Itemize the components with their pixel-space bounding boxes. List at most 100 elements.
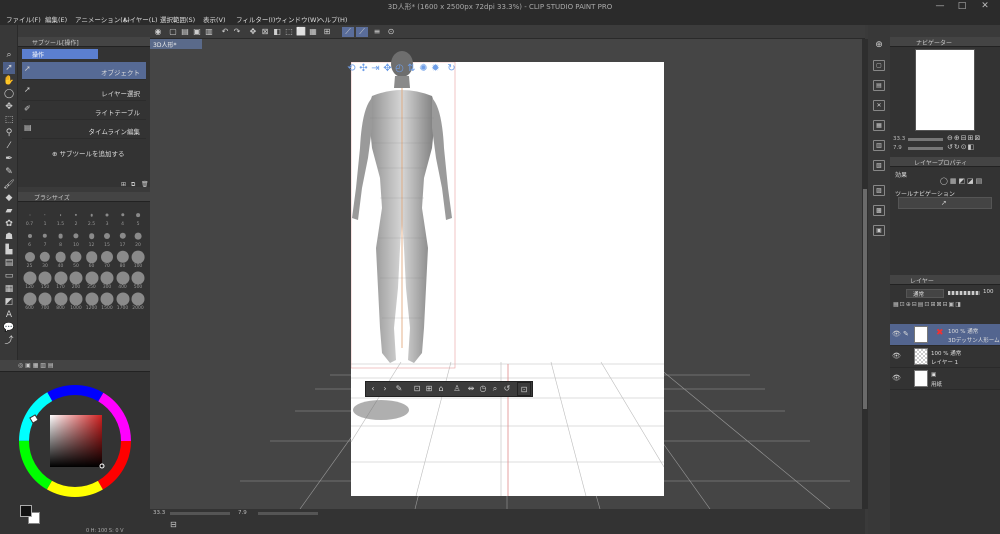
camera-move-icon[interactable]: ⇥: [370, 63, 381, 74]
zoom-tool-icon[interactable]: ⌕: [3, 49, 15, 61]
brush-size-cell[interactable]: 0.7: [22, 206, 37, 227]
brush-size-cell[interactable]: 1200: [84, 290, 99, 311]
brush-size-cell[interactable]: 20: [131, 227, 146, 248]
rotate-icon[interactable]: ◴: [394, 63, 405, 74]
menu-view[interactable]: 表示(V): [203, 14, 226, 24]
transform-icon[interactable]: ✥: [248, 27, 258, 37]
layer-row-3d[interactable]: 👁 ✎ ✖ 100 % 通常 3Dデッサン人形ーム: [890, 324, 1000, 346]
ruler-tool-icon[interactable]: ◩: [3, 296, 15, 308]
zoom-buttons-icon[interactable]: ⊖⊕⊟⊞⊠: [947, 134, 981, 142]
material-panel-icon[interactable]: ▨: [873, 185, 885, 196]
fill-tool-icon[interactable]: ▙: [3, 244, 15, 256]
close-button[interactable]: ✕: [975, 0, 995, 13]
brush-size-cell[interactable]: 6: [22, 227, 37, 248]
navigator-rotation-value[interactable]: 7.9: [893, 145, 902, 151]
eraser-tool-icon[interactable]: ▰: [3, 205, 15, 217]
layer-search-icon[interactable]: ▥: [873, 140, 885, 151]
subview-panel-icon[interactable]: ▤: [873, 80, 885, 91]
next-icon[interactable]: ›: [380, 384, 390, 394]
effect-buttons[interactable]: ◯▦◩◪▤: [940, 177, 984, 185]
maximize-button[interactable]: □: [952, 0, 972, 13]
selection-tool-icon[interactable]: ⬚: [3, 114, 15, 126]
brush-size-cell[interactable]: 250: [84, 269, 99, 290]
material-3-icon[interactable]: ▣: [873, 225, 885, 236]
save-icon[interactable]: ▣: [192, 27, 202, 37]
ground-icon[interactable]: ⌂: [436, 384, 446, 394]
hand-tool-icon[interactable]: ✋: [3, 75, 15, 87]
subtool-item-layer-select[interactable]: ➚ レイヤー選択: [22, 83, 146, 101]
frame-tool-icon[interactable]: ▦: [3, 283, 15, 295]
auto-select-tool-icon[interactable]: ⚲: [3, 127, 15, 139]
navigator-icon[interactable]: ⊟: [170, 520, 177, 529]
subtool-item-timeline[interactable]: ▤ タイムライン編集: [22, 121, 146, 139]
layer-row-paper[interactable]: 👁 ▣ 用紙: [890, 368, 1000, 390]
rotate-buttons-icon[interactable]: ↺↻⊙◧: [947, 143, 975, 151]
brush-size-cell[interactable]: 40: [53, 248, 68, 269]
brush-size-cell[interactable]: 500: [131, 269, 146, 290]
brush-size-cell[interactable]: 800: [53, 290, 68, 311]
app-icon[interactable]: ◉: [153, 27, 163, 37]
snap-grid-icon[interactable]: ⟋: [356, 27, 368, 37]
lasso-tool-icon[interactable]: ◯: [3, 88, 15, 100]
reset-icon[interactable]: ↻: [446, 63, 457, 74]
color-main-swatch[interactable]: [20, 505, 32, 517]
move-tool-icon[interactable]: ✥: [3, 101, 15, 113]
menu-edit[interactable]: 編集(E): [45, 14, 67, 24]
history-panel-icon[interactable]: ▦: [873, 120, 885, 131]
undo-icon[interactable]: ↶: [220, 27, 230, 37]
camera-rotate-icon[interactable]: ⟲: [346, 63, 357, 74]
brush-size-cell[interactable]: 1: [38, 206, 53, 227]
rotate-slider[interactable]: [258, 512, 318, 515]
rotate-x-icon[interactable]: ✺: [418, 63, 429, 74]
snap-ruler-icon[interactable]: ⊞: [322, 27, 332, 37]
info-panel-icon[interactable]: ✕: [873, 100, 885, 111]
brush-size-cell[interactable]: 70: [100, 248, 115, 269]
move-xz-icon[interactable]: ✥: [382, 63, 393, 74]
scrollbar-thumb[interactable]: [863, 189, 867, 409]
print-icon[interactable]: ▥: [204, 27, 214, 37]
deselect-icon[interactable]: ⬚: [284, 27, 294, 37]
navigator-zoom-value[interactable]: 33.3: [893, 136, 905, 142]
color-wheel[interactable]: [18, 384, 132, 498]
menu-animation[interactable]: アニメーション(A): [75, 14, 130, 24]
eye-icon[interactable]: 👁: [892, 374, 901, 382]
brush-size-cell[interactable]: 2.5: [84, 206, 99, 227]
brush-size-cell[interactable]: 8: [53, 227, 68, 248]
layer-row-1[interactable]: 👁 100 % 通常 レイヤー 1: [890, 346, 1000, 368]
navigator-zoom-slider[interactable]: [908, 138, 943, 141]
brush-size-cell[interactable]: 2000: [131, 290, 146, 311]
brush-size-cell[interactable]: 1700: [115, 290, 130, 311]
brush-size-cell[interactable]: 700: [38, 290, 53, 311]
move-y-icon[interactable]: ⇅: [406, 63, 417, 74]
opacity-slider[interactable]: [948, 291, 980, 295]
menu-window[interactable]: ウィンドウ(W): [275, 14, 319, 24]
fit-icon[interactable]: ⊞: [424, 384, 434, 394]
pose-icon[interactable]: ♙: [452, 384, 462, 394]
brush-size-cell[interactable]: 1500: [100, 290, 115, 311]
rotate-y-icon[interactable]: ✹: [430, 63, 441, 74]
clear-icon[interactable]: ⊠: [260, 27, 270, 37]
eye-icon[interactable]: 👁: [892, 352, 901, 360]
navigator-preview[interactable]: [915, 49, 975, 131]
brush-size-cell[interactable]: 120: [22, 269, 37, 290]
snap-special-ruler-icon[interactable]: ⟋: [342, 27, 354, 37]
subtool-item-object[interactable]: ➚ オブジェクト: [22, 62, 146, 80]
brush-size-cell[interactable]: 80: [115, 248, 130, 269]
invert-selection-icon[interactable]: ⬜: [296, 27, 306, 37]
navigator-rotation-slider[interactable]: [908, 147, 943, 150]
zoom-icon[interactable]: ⌕: [490, 384, 500, 394]
brush-size-cell[interactable]: 25: [22, 248, 37, 269]
redo-icon[interactable]: ↷: [232, 27, 242, 37]
operation-tool-icon[interactable]: ➚: [3, 62, 15, 74]
brush-size-cell[interactable]: 60: [84, 248, 99, 269]
material-2-icon[interactable]: ▩: [873, 205, 885, 216]
brush-size-cell[interactable]: 150: [38, 269, 53, 290]
brush-size-cell[interactable]: 12: [84, 227, 99, 248]
brush-size-cell[interactable]: 2: [69, 206, 84, 227]
eye-icon[interactable]: 👁: [892, 330, 901, 338]
history-icon[interactable]: ◷: [478, 384, 488, 394]
zoom-value[interactable]: 33.3: [153, 510, 165, 516]
minimize-button[interactable]: —: [930, 0, 950, 13]
menu-layer[interactable]: レイヤー(L): [123, 14, 158, 24]
copy-icon[interactable]: ⧉: [131, 181, 135, 189]
